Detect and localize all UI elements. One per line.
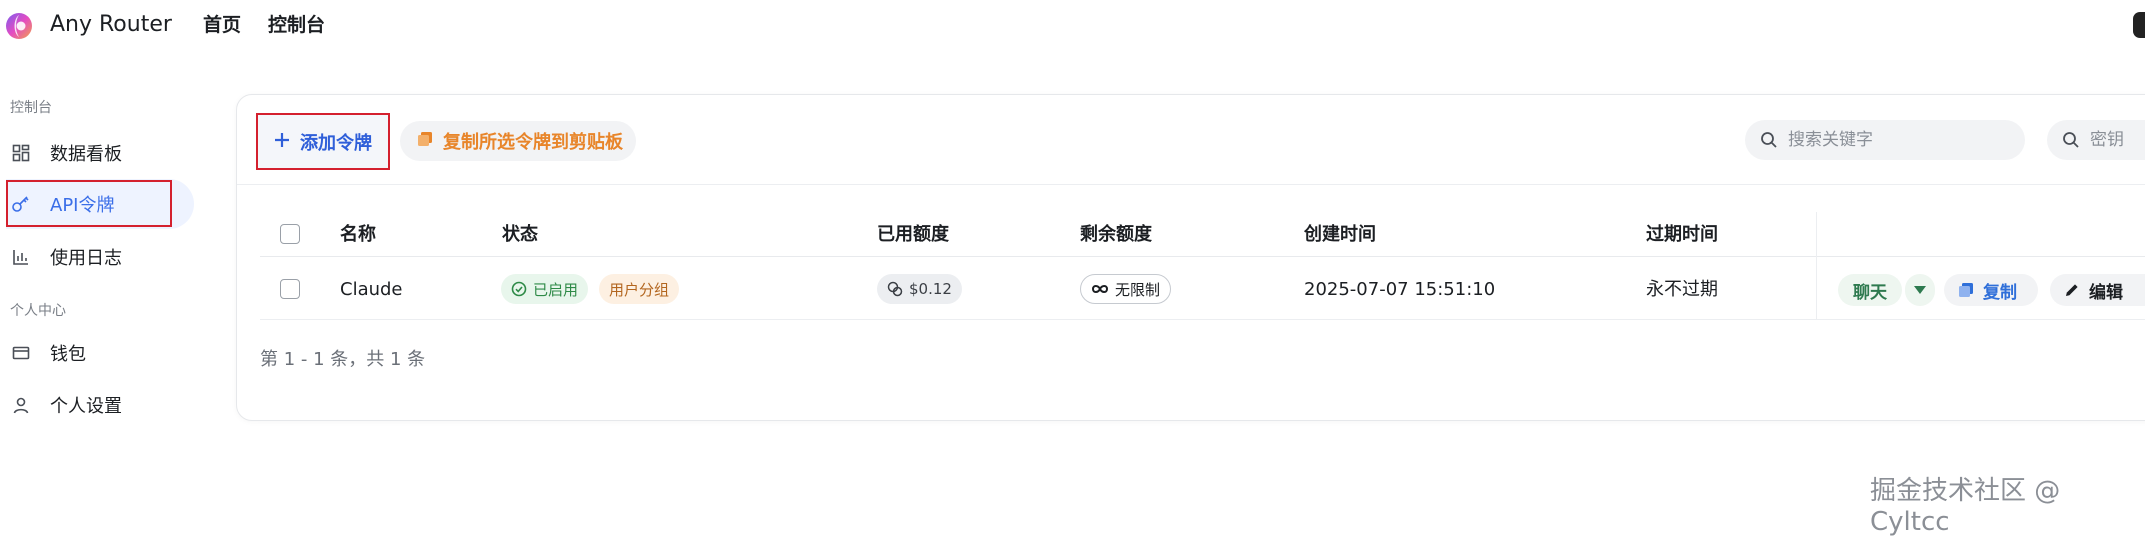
sidebar-item-settings[interactable]: 个人设置 [6, 380, 194, 430]
column-header-expires[interactable]: 过期时间 [1646, 222, 1718, 248]
created-time: 2025-07-07 15:51:10 [1304, 279, 1496, 300]
infinity-icon [1091, 283, 1109, 295]
group-badge: 用户分组 [599, 274, 680, 304]
nav-console[interactable]: 控制台 [268, 11, 325, 39]
coins-icon [887, 281, 903, 297]
dashboard-grid-icon [10, 142, 32, 164]
select-all-checkbox[interactable] [280, 224, 300, 244]
sidebar-item-label: 数据看板 [50, 144, 122, 165]
column-header-remaining[interactable]: 剩余额度 [1080, 222, 1152, 248]
copy-icon [417, 131, 433, 151]
sidebar-item-wallet[interactable]: 钱包 [6, 328, 194, 378]
remaining-quota-badge: 无限制 [1080, 274, 1172, 304]
check-circle-icon [511, 281, 527, 297]
search-input[interactable] [1788, 130, 2008, 150]
copy-icon [1958, 282, 1974, 298]
row-divider [260, 319, 2145, 320]
key-input[interactable] [2090, 130, 2145, 150]
wallet-icon [10, 342, 32, 364]
pagination-summary: 第 1 - 1 条，共 1 条 [260, 349, 426, 370]
user-icon [10, 394, 32, 416]
copy-selected-label: 复制所选令牌到剪贴板 [443, 132, 623, 153]
column-header-created[interactable]: 创建时间 [1304, 222, 1376, 248]
plus-icon [274, 132, 290, 152]
pencil-icon [2064, 282, 2080, 298]
status-badge: 已启用 [501, 274, 589, 304]
remaining-quota-value: 无限制 [1115, 280, 1161, 299]
nav-home[interactable]: 首页 [203, 11, 241, 39]
caret-down-icon [1913, 280, 1927, 300]
sidebar-section-console: 控制台 [10, 100, 52, 116]
copy-token-label: 复制 [1983, 282, 2017, 303]
sidebar-item-label: 钱包 [50, 344, 86, 365]
highlight-outline [6, 180, 172, 227]
token-name: Claude [340, 279, 403, 300]
watermark: 掘金技术社区 @ Cyltcc [1870, 476, 2061, 537]
column-header-used[interactable]: 已用额度 [877, 222, 949, 248]
used-quota-value: $0.12 [909, 280, 952, 298]
edit-token-label: 编辑 [2089, 282, 2123, 303]
header-divider [260, 256, 2145, 257]
chat-button[interactable]: 聊天 [1838, 274, 1902, 306]
add-token-label: 添加令牌 [300, 132, 372, 154]
column-header-status[interactable]: 状态 [502, 222, 538, 248]
copy-token-button[interactable]: 复制 [1944, 274, 2038, 306]
toolbar-divider [237, 184, 2145, 185]
bar-chart-icon [10, 246, 32, 268]
sidebar-item-label: 个人设置 [50, 396, 122, 417]
sidebar-item-dashboard[interactable]: 数据看板 [6, 128, 194, 178]
search-icon [1760, 131, 1778, 149]
logo-icon [4, 11, 34, 41]
avatar[interactable] [2133, 12, 2145, 38]
row-checkbox[interactable] [280, 279, 300, 299]
copy-selected-button[interactable]: 复制所选令牌到剪贴板 [400, 121, 636, 161]
status-label: 已启用 [533, 280, 579, 299]
search-field[interactable] [1745, 120, 2025, 160]
add-token-button[interactable]: 添加令牌 [256, 113, 390, 170]
app-title[interactable]: Any Router [50, 10, 172, 40]
used-quota-badge: $0.12 [877, 274, 962, 304]
key-field[interactable] [2047, 120, 2145, 160]
expires-time: 永不过期 [1646, 279, 1718, 300]
column-header-name[interactable]: 名称 [340, 222, 376, 248]
sidebar-item-label: 使用日志 [50, 248, 122, 269]
actions-column-separator [1816, 212, 1817, 319]
edit-token-button[interactable]: 编辑 [2050, 274, 2145, 306]
sidebar-section-personal: 个人中心 [10, 303, 66, 319]
chat-dropdown-button[interactable] [1905, 274, 1935, 306]
sidebar-item-usage-log[interactable]: 使用日志 [6, 232, 194, 282]
search-icon [2062, 131, 2080, 149]
